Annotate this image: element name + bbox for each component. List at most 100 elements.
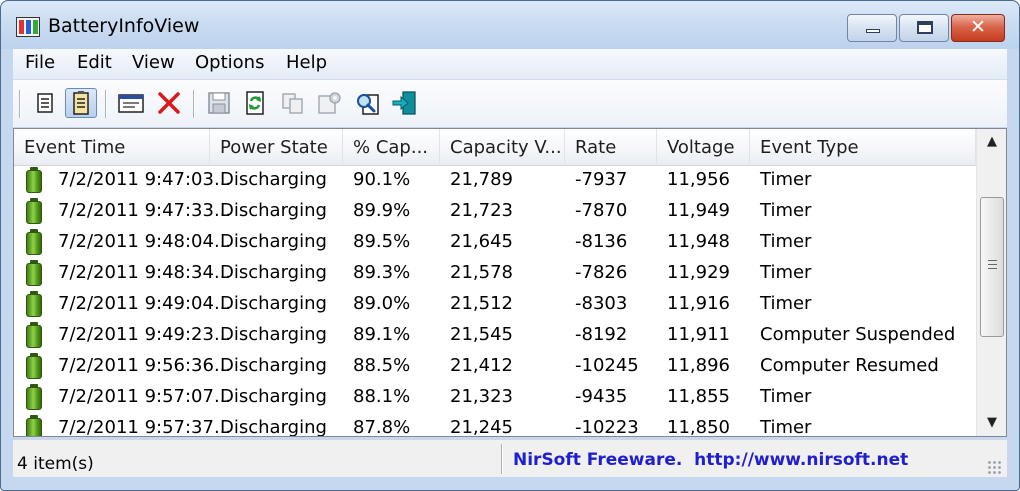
copy-icon xyxy=(282,93,303,114)
refresh-button[interactable] xyxy=(239,88,271,118)
status-bar: 4 item(s) NirSoft Freeware. http://www.n… xyxy=(13,439,1007,477)
delete-button[interactable] xyxy=(153,88,185,118)
cell-rate: -7937 xyxy=(575,169,628,190)
column-header-event-time[interactable]: Event Time xyxy=(14,129,210,166)
table-row[interactable]: 7/2/2011 9:57:37... Discharging 87.8% 21,24… xyxy=(14,414,976,437)
cell-event-time: 7/2/2011 9:49:04... xyxy=(58,293,232,314)
table-row[interactable]: 7/2/2011 9:56:36... Discharging 88.5% 21,41… xyxy=(14,352,976,383)
properties-button[interactable] xyxy=(29,88,61,118)
battery-icon xyxy=(26,167,42,193)
cell-capacity-percent: 89.0% xyxy=(353,293,411,314)
column-header-event-type[interactable]: Event Type xyxy=(750,129,976,166)
cell-event-type: Timer xyxy=(760,169,812,190)
cell-event-time: 7/2/2011 9:57:37... xyxy=(58,417,232,437)
close-button[interactable]: ✕ xyxy=(951,14,1005,42)
cell-capacity-value: 21,789 xyxy=(450,169,513,190)
cell-rate: -7870 xyxy=(575,200,628,221)
status-divider xyxy=(501,444,503,474)
cell-voltage: 11,949 xyxy=(667,200,730,221)
close-icon: ✕ xyxy=(970,16,986,38)
column-header-voltage[interactable]: Voltage xyxy=(657,129,750,166)
column-header-capacity-value[interactable]: Capacity V... xyxy=(440,129,565,166)
cell-rate: -10245 xyxy=(575,355,639,376)
cell-power-state: Discharging xyxy=(220,293,327,314)
menu-file[interactable]: File xyxy=(25,52,55,73)
nirsoft-link[interactable]: NirSoft Freeware. http://www.nirsoft.net xyxy=(513,450,908,470)
cell-event-time: 7/2/2011 9:56:36... xyxy=(58,355,232,376)
cell-capacity-percent: 90.1% xyxy=(353,169,411,190)
table-row[interactable]: 7/2/2011 9:47:03... Discharging 90.1% 21,78… xyxy=(14,166,976,197)
table-row[interactable]: 7/2/2011 9:49:04... Discharging 89.0% 21,51… xyxy=(14,290,976,321)
cell-capacity-percent: 89.3% xyxy=(353,262,411,283)
battery-icon xyxy=(26,384,42,410)
html-report-button[interactable] xyxy=(115,88,147,118)
cell-rate: -7826 xyxy=(575,262,628,283)
menu-edit[interactable]: Edit xyxy=(77,52,112,73)
cell-voltage: 11,916 xyxy=(667,293,730,314)
cell-power-state: Discharging xyxy=(220,200,327,221)
cell-event-time: 7/2/2011 9:49:23... xyxy=(58,324,232,345)
column-header-capacity-percent[interactable]: % Cap... xyxy=(343,129,440,166)
battery-icon xyxy=(26,260,42,286)
battery-app-icon xyxy=(16,17,40,37)
properties-icon xyxy=(37,93,53,113)
minimize-icon xyxy=(866,29,880,33)
cell-power-state: Discharging xyxy=(220,169,327,190)
cell-event-time: 7/2/2011 9:48:04... xyxy=(58,231,232,252)
cell-power-state: Discharging xyxy=(220,417,327,437)
cell-voltage: 11,956 xyxy=(667,169,730,190)
menu-view[interactable]: View xyxy=(132,52,175,73)
scroll-down-icon[interactable]: ▼ xyxy=(977,410,1006,436)
refresh-icon xyxy=(246,91,264,115)
cell-power-state: Discharging xyxy=(220,262,327,283)
cell-event-type: Computer Suspended xyxy=(760,324,956,345)
exit-icon xyxy=(392,91,416,115)
cell-voltage: 11,896 xyxy=(667,355,730,376)
minimize-button[interactable] xyxy=(847,14,897,42)
options-button[interactable] xyxy=(313,88,345,118)
column-header-rate[interactable]: Rate xyxy=(565,129,657,166)
table-row[interactable]: 7/2/2011 9:48:04... Discharging 89.5% 21,64… xyxy=(14,228,976,259)
cell-capacity-value: 21,412 xyxy=(450,355,513,376)
cell-event-type: Timer xyxy=(760,293,812,314)
cell-capacity-value: 21,578 xyxy=(450,262,513,283)
table-row[interactable]: 7/2/2011 9:49:23... Discharging 89.1% 21,54… xyxy=(14,321,976,352)
cell-voltage: 11,929 xyxy=(667,262,730,283)
battery-log-button[interactable] xyxy=(65,88,97,118)
exit-button[interactable] xyxy=(389,88,421,118)
cell-event-type: Timer xyxy=(760,262,812,283)
cell-capacity-percent: 89.9% xyxy=(353,200,411,221)
save-button[interactable] xyxy=(203,88,235,118)
cell-capacity-percent: 88.5% xyxy=(353,355,411,376)
cell-voltage: 11,948 xyxy=(667,231,730,252)
html-report-icon xyxy=(118,94,144,113)
title-bar[interactable]: BatteryInfoView ✕ xyxy=(1,1,1019,49)
cell-event-time: 7/2/2011 9:57:07... xyxy=(58,386,232,407)
resize-grip-icon[interactable] xyxy=(987,460,1003,476)
menu-options[interactable]: Options xyxy=(195,52,264,73)
scrollbar-thumb[interactable] xyxy=(980,197,1004,337)
cell-capacity-percent: 88.1% xyxy=(353,386,411,407)
copy-button[interactable] xyxy=(277,88,309,118)
battery-events-list[interactable]: Event Time Power State % Cap... Capacity… xyxy=(13,128,1007,437)
table-row[interactable]: 7/2/2011 9:57:07... Discharging 88.1% 21,32… xyxy=(14,383,976,414)
scroll-up-icon[interactable]: ▲ xyxy=(977,129,1006,155)
cell-capacity-value: 21,323 xyxy=(450,386,513,407)
save-icon xyxy=(208,92,230,114)
vertical-scrollbar[interactable]: ▲ ▼ xyxy=(976,129,1006,436)
maximize-button[interactable] xyxy=(899,14,949,42)
toolbar-separator xyxy=(19,90,21,118)
cell-event-type: Timer xyxy=(760,200,812,221)
cell-voltage: 11,850 xyxy=(667,417,730,437)
menu-help[interactable]: Help xyxy=(286,52,327,73)
table-row[interactable]: 7/2/2011 9:48:34... Discharging 89.3% 21,57… xyxy=(14,259,976,290)
battery-log-icon xyxy=(73,91,89,115)
cell-event-type: Timer xyxy=(760,386,812,407)
column-header-power-state[interactable]: Power State xyxy=(210,129,343,166)
cell-event-type: Timer xyxy=(760,231,812,252)
window-title: BatteryInfoView xyxy=(48,15,200,37)
table-row[interactable]: 7/2/2011 9:47:33... Discharging 89.9% 21,72… xyxy=(14,197,976,228)
find-button[interactable] xyxy=(353,88,385,118)
cell-power-state: Discharging xyxy=(220,355,327,376)
cell-capacity-percent: 87.8% xyxy=(353,417,411,437)
